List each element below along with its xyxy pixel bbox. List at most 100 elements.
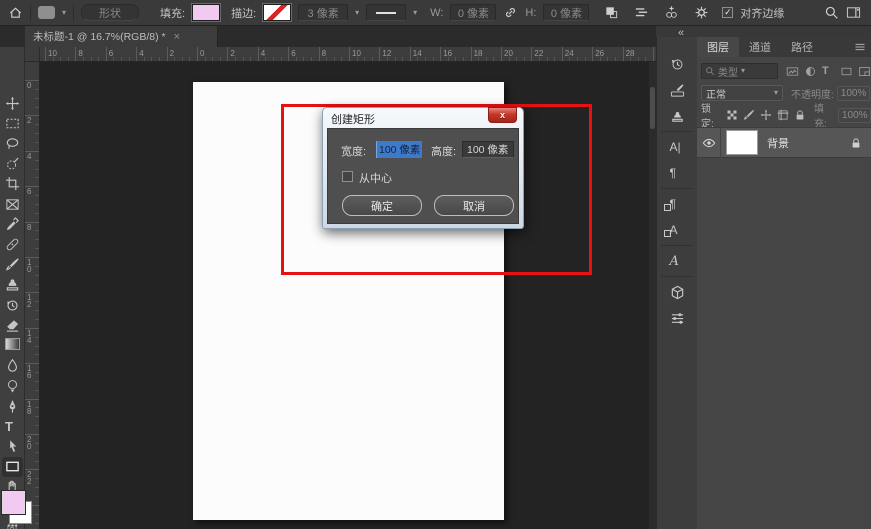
tab-layers[interactable]: 图层 bbox=[697, 37, 739, 57]
brush-settings-panel-icon[interactable] bbox=[657, 77, 697, 103]
chevron-down-icon: ▾ bbox=[774, 89, 778, 97]
layer-filter-icons: T bbox=[786, 65, 871, 78]
stroke-swatch[interactable] bbox=[263, 4, 291, 21]
chevron-down-icon[interactable]: ▾ bbox=[62, 9, 66, 17]
quick-select-tool-icon[interactable] bbox=[2, 154, 23, 174]
visibility-toggle[interactable] bbox=[697, 127, 721, 158]
lock-icon[interactable] bbox=[794, 109, 806, 121]
type-tool-icon[interactable]: T bbox=[2, 416, 23, 436]
tab-paths[interactable]: 路径 bbox=[781, 37, 823, 57]
crop-tool-icon[interactable] bbox=[2, 174, 23, 194]
gradient-tool-icon[interactable] bbox=[2, 335, 23, 355]
quick-mask-icon[interactable] bbox=[4, 524, 20, 529]
cancel-button[interactable]: 取消 bbox=[434, 195, 514, 216]
rectangle-tool-icon[interactable] bbox=[2, 457, 23, 477]
gear-icon[interactable] bbox=[694, 5, 709, 20]
filter-row: 类型 ▾ T bbox=[697, 63, 871, 79]
shape-mode-select[interactable]: 形状 bbox=[81, 4, 139, 21]
eyedropper-tool-icon[interactable] bbox=[2, 214, 23, 234]
foreground-color-swatch[interactable] bbox=[2, 491, 25, 514]
tool-preset-icon[interactable] bbox=[38, 6, 55, 19]
fill-swatch[interactable] bbox=[192, 4, 220, 21]
glyphs-panel-icon[interactable]: A bbox=[657, 248, 697, 274]
filter-type-icon[interactable]: T bbox=[822, 65, 835, 78]
move-tool-icon[interactable] bbox=[2, 93, 23, 113]
opacity-value[interactable]: 100% bbox=[837, 86, 870, 101]
search-icon bbox=[705, 66, 715, 76]
search-icon[interactable] bbox=[824, 5, 839, 20]
tab-channels[interactable]: 通道 bbox=[739, 37, 781, 57]
pen-tool-icon[interactable] bbox=[2, 396, 23, 416]
close-button[interactable]: x bbox=[488, 107, 517, 123]
align-edges-checkbox[interactable]: ✓ bbox=[722, 7, 733, 18]
path-arrangement-icon[interactable] bbox=[664, 5, 679, 20]
filter-adjust-icon[interactable] bbox=[804, 65, 817, 78]
ruler-origin-box[interactable] bbox=[25, 47, 40, 62]
height-input[interactable]: 100 像素 bbox=[462, 141, 514, 158]
chevron-down-icon[interactable]: ▾ bbox=[413, 9, 417, 17]
path-alignment-icon[interactable] bbox=[634, 5, 649, 20]
3d-cube-panel-icon[interactable] bbox=[657, 279, 697, 305]
character-panel-panel-icon[interactable]: A| bbox=[657, 134, 697, 160]
options-bar: ▾ 形状 填充: 描边: 3 像素 ▾ ▾ W: 0 像素 H: 0 像素 ✓ … bbox=[0, 0, 871, 26]
fill-value[interactable]: 100% bbox=[838, 108, 871, 123]
character-styles-panel-icon[interactable]: ¶ bbox=[657, 191, 697, 217]
divider bbox=[73, 5, 74, 21]
filter-shape-icon[interactable] bbox=[840, 65, 853, 78]
blend-mode-select[interactable]: 正常 ▾ bbox=[701, 85, 783, 101]
workspace-icon[interactable] bbox=[846, 5, 861, 20]
layer-row[interactable]: 背景 bbox=[697, 127, 871, 158]
lock-label: 锁定: bbox=[701, 100, 722, 130]
lock-checker-icon[interactable] bbox=[726, 109, 738, 121]
dodge-tool-icon[interactable] bbox=[2, 376, 23, 396]
link-dimensions-icon[interactable] bbox=[503, 5, 518, 20]
scrollbar-thumb[interactable] bbox=[650, 87, 655, 129]
panel-menu-icon[interactable] bbox=[854, 41, 866, 53]
height-label: H: bbox=[525, 7, 536, 19]
layers-panel: 图层 通道 路径 类型 ▾ T 正常 ▾ 不透明度: 100% 锁定: 填充: bbox=[697, 37, 871, 529]
blur-tool-icon[interactable] bbox=[2, 356, 23, 376]
shape-height-input[interactable]: 0 像素 bbox=[543, 4, 589, 21]
from-center-checkbox[interactable] bbox=[342, 171, 353, 182]
lock-move-icon[interactable] bbox=[760, 109, 772, 121]
history-brush-tool-icon[interactable] bbox=[2, 295, 23, 315]
lock-brush-icon[interactable] bbox=[743, 109, 755, 121]
document-title: 未标题-1 @ 16.7%(RGB/8) * bbox=[33, 29, 166, 44]
path-operations-icon[interactable] bbox=[604, 5, 619, 20]
filter-pixel-icon[interactable] bbox=[786, 65, 799, 78]
clone-source-panel-icon[interactable] bbox=[657, 103, 697, 129]
width-input[interactable]: 100 像素 bbox=[376, 141, 422, 158]
layer-thumbnail[interactable] bbox=[726, 130, 758, 155]
shape-width-input[interactable]: 0 像素 bbox=[450, 4, 496, 21]
ok-button[interactable]: 确定 bbox=[342, 195, 422, 216]
clone-stamp-tool-icon[interactable] bbox=[2, 275, 23, 295]
stroke-style-select[interactable] bbox=[366, 4, 406, 21]
panel-tab-row: 图层 通道 路径 bbox=[697, 37, 871, 57]
eraser-tool-icon[interactable] bbox=[2, 315, 23, 335]
divider bbox=[30, 5, 31, 21]
brush-tool-icon[interactable] bbox=[2, 255, 23, 275]
marquee-tool-icon[interactable] bbox=[2, 113, 23, 133]
vertical-ruler: 024681012141618202224 bbox=[25, 62, 40, 529]
frame-tool-icon[interactable] bbox=[2, 194, 23, 214]
canvas-area[interactable]: 创建矩形 x 宽度: 100 像素 高度: 100 像素 从中心 确定 取消 bbox=[40, 62, 656, 529]
layer-search-input[interactable]: 类型 ▾ bbox=[701, 63, 778, 79]
canvas-scrollbar[interactable] bbox=[649, 62, 656, 529]
filter-smart-icon[interactable] bbox=[858, 65, 871, 78]
document-tab[interactable]: 未标题-1 @ 16.7%(RGB/8) * × bbox=[25, 26, 218, 47]
paragraph-panel-panel-icon[interactable]: ¶ bbox=[657, 160, 697, 186]
path-select-tool-icon[interactable] bbox=[2, 436, 23, 456]
paragraph-styles-panel-icon[interactable]: A bbox=[657, 217, 697, 243]
selected-text: 100 像素 bbox=[377, 141, 422, 158]
stroke-width-input[interactable]: 3 像素 bbox=[298, 4, 348, 21]
home-icon[interactable] bbox=[8, 5, 23, 20]
history-panel-icon[interactable] bbox=[657, 51, 697, 77]
width-label: W: bbox=[430, 7, 443, 19]
close-icon[interactable]: × bbox=[174, 31, 180, 43]
lock-frame-icon[interactable] bbox=[777, 109, 789, 121]
chevron-down-icon: ▾ bbox=[741, 67, 745, 75]
chevron-down-icon[interactable]: ▾ bbox=[355, 9, 359, 17]
properties-panel-icon[interactable] bbox=[657, 305, 697, 331]
healing-brush-tool-icon[interactable] bbox=[2, 234, 23, 254]
lasso-tool-icon[interactable] bbox=[2, 133, 23, 153]
